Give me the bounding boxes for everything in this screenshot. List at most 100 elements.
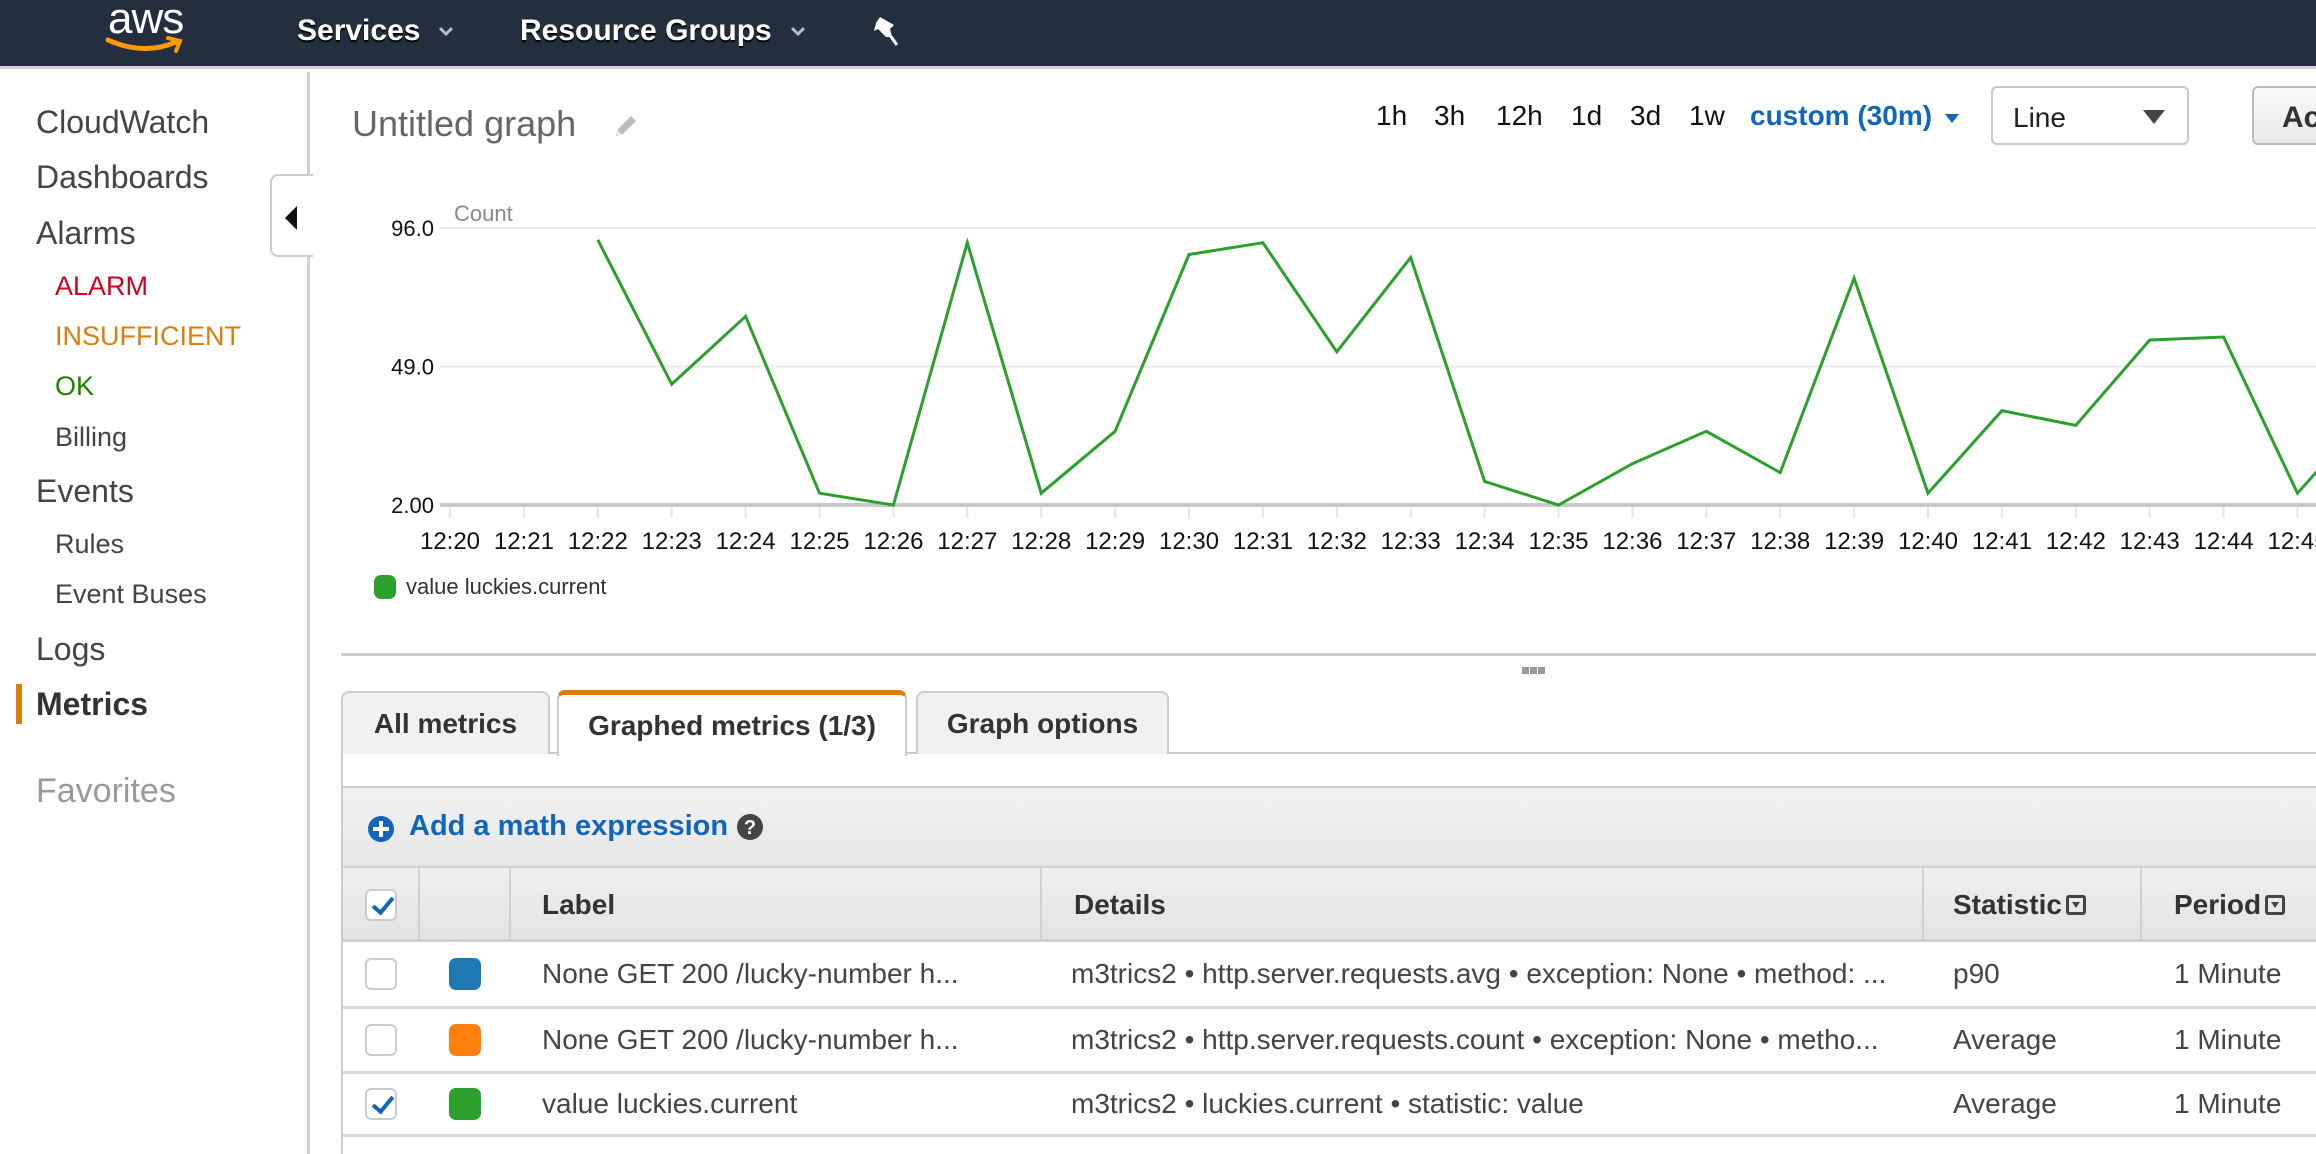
row-checkbox[interactable]: [365, 1088, 397, 1120]
table-row[interactable]: None GET 200 /lucky-number h... m3trics2…: [343, 942, 2316, 1009]
plus-circle-icon[interactable]: [367, 815, 395, 843]
column-header-statistic[interactable]: Statistic: [1953, 868, 2086, 941]
sidebar-item-dashboards[interactable]: Dashboards: [36, 159, 209, 196]
sidebar-item-alarm-state[interactable]: ALARM: [55, 271, 148, 302]
statistic-dropdown-icon[interactable]: [2065, 894, 2086, 915]
column-separator: [418, 868, 420, 941]
row-checkbox[interactable]: [365, 958, 397, 990]
chart-legend[interactable]: value luckies.current: [374, 574, 607, 600]
x-tick-label: 12:25: [789, 528, 849, 555]
help-icon[interactable]: ?: [736, 813, 764, 841]
chart-type-value: Line: [2013, 102, 2066, 133]
x-tick-label: 12:37: [1676, 528, 1736, 555]
row-statistic[interactable]: Average: [1953, 1074, 2057, 1134]
row-label[interactable]: value luckies.current: [542, 1074, 797, 1134]
row-period[interactable]: 1 Minute: [2174, 942, 2281, 1006]
aws-smile-icon: [105, 36, 183, 53]
series-color-swatch[interactable]: [449, 1024, 481, 1056]
x-tick-label: 12:33: [1381, 528, 1441, 555]
x-tick-label: 12:43: [2120, 528, 2180, 555]
period-header-label: Period: [2174, 888, 2262, 920]
x-tick-label: 12:30: [1159, 528, 1219, 555]
sidebar-item-cloudwatch[interactable]: CloudWatch: [36, 104, 209, 141]
sidebar-item-alarms[interactable]: Alarms: [36, 215, 136, 252]
caret-down-icon: [2143, 110, 2165, 124]
active-indicator: [16, 684, 22, 724]
row-details: m3trics2 • luckies.current • statistic: …: [1071, 1088, 1584, 1119]
x-tick-label: 12:34: [1455, 528, 1515, 555]
column-header-label[interactable]: Label: [542, 868, 615, 941]
sidebar-item-events[interactable]: Events: [36, 473, 134, 510]
time-range-3h[interactable]: 3h: [1434, 100, 1465, 132]
x-tick-label: 12:45: [2267, 528, 2316, 555]
graph-title: Untitled graph: [352, 103, 577, 144]
sidebar-item-insufficient-state[interactable]: INSUFFICIENT: [55, 321, 241, 352]
row-period[interactable]: 1 Minute: [2174, 1009, 2281, 1071]
time-range-1w[interactable]: 1w: [1689, 100, 1725, 132]
line-chart: Count 96.0 49.0 2.00 12:20 12:21 12:22 12:23 1…: [391, 201, 2316, 555]
x-tick-label: 12:24: [716, 528, 776, 555]
caret-left-icon: [285, 206, 297, 230]
services-menu[interactable]: Services: [297, 14, 454, 48]
row-period[interactable]: 1 Minute: [2174, 1074, 2281, 1134]
column-separator: [1922, 868, 1924, 941]
column-separator: [509, 868, 511, 941]
time-range-1d[interactable]: 1d: [1571, 100, 1602, 132]
x-tick-label: 12:42: [2046, 528, 2106, 555]
sidebar-item-ok-state[interactable]: OK: [55, 371, 94, 402]
tab-graph-options[interactable]: Graph options: [916, 691, 1169, 754]
pin-icon[interactable]: [872, 15, 902, 47]
series-color-swatch[interactable]: [449, 1088, 481, 1120]
y-tick-label: 49.0: [391, 355, 434, 380]
collapse-sidebar-button[interactable]: [270, 174, 313, 257]
sidebar-item-billing[interactable]: Billing: [55, 422, 127, 453]
row-statistic[interactable]: p90: [1953, 942, 2000, 1006]
edit-pencil-icon[interactable]: [612, 112, 640, 140]
row-label[interactable]: None GET 200 /lucky-number h...: [542, 942, 959, 1006]
column-separator: [2140, 868, 2142, 941]
resize-handle[interactable]: [1522, 667, 1546, 675]
aws-logo[interactable]: aws: [104, 0, 188, 60]
chart-type-select[interactable]: Line: [1991, 86, 2189, 145]
tab-all-metrics[interactable]: All metrics: [341, 691, 550, 754]
tab-graphed-metrics[interactable]: Graphed metrics (1/3): [557, 690, 907, 756]
select-all-checkbox[interactable]: [365, 888, 397, 921]
y-tick-label: 2.00: [391, 493, 434, 518]
resource-groups-menu[interactable]: Resource Groups: [520, 14, 806, 48]
table-row[interactable]: None GET 200 /lucky-number h... m3trics2…: [343, 1009, 2316, 1074]
row-label[interactable]: None GET 200 /lucky-number h...: [542, 1009, 959, 1071]
svg-text:?: ?: [744, 817, 756, 839]
add-math-expression-link[interactable]: Add a math expression: [409, 810, 728, 843]
time-range-12h[interactable]: 12h: [1496, 100, 1543, 132]
row-checkbox[interactable]: [365, 1024, 397, 1056]
sidebar-item-metrics[interactable]: Metrics: [36, 686, 148, 723]
time-range-1h[interactable]: 1h: [1376, 100, 1407, 132]
sidebar-item-favorites[interactable]: Favorites: [36, 772, 176, 811]
actions-label: Ac: [2282, 101, 2316, 134]
series-color-swatch[interactable]: [449, 958, 481, 990]
legend-swatch: [374, 575, 396, 599]
row-statistic[interactable]: Average: [1953, 1009, 2057, 1071]
sidebar-item-logs[interactable]: Logs: [36, 631, 105, 668]
sidebar-item-event-buses[interactable]: Event Buses: [55, 579, 207, 610]
column-header-details[interactable]: Details: [1074, 868, 1166, 941]
resource-groups-label: Resource Groups: [520, 14, 772, 47]
time-range-custom[interactable]: custom (30m): [1750, 100, 1932, 132]
sidebar-item-rules[interactable]: Rules: [55, 529, 124, 560]
sidebar: CloudWatch Dashboards Alarms ALARM INSUF…: [0, 72, 310, 1154]
column-header-period[interactable]: Period: [2174, 868, 2286, 941]
select-all-cell: [365, 868, 397, 941]
x-tick-label: 12:36: [1602, 528, 1662, 555]
table-row[interactable]: value luckies.current m3trics2 • luckies…: [343, 1074, 2316, 1137]
x-tick-label: 12:22: [568, 528, 628, 555]
x-tick-label: 12:28: [1011, 528, 1071, 555]
x-tick-label: 12:21: [494, 528, 554, 555]
period-dropdown-icon[interactable]: [2265, 894, 2286, 915]
time-range-3d[interactable]: 3d: [1630, 100, 1661, 132]
actions-button[interactable]: Ac: [2252, 86, 2316, 145]
caret-down-icon[interactable]: [1945, 114, 1959, 123]
statistic-header-label: Statistic: [1953, 888, 2062, 920]
x-tick-label: 12:29: [1085, 528, 1145, 555]
x-tick-label: 12:31: [1233, 528, 1293, 555]
top-nav-bar: aws Services Resource Groups: [0, 0, 2316, 69]
